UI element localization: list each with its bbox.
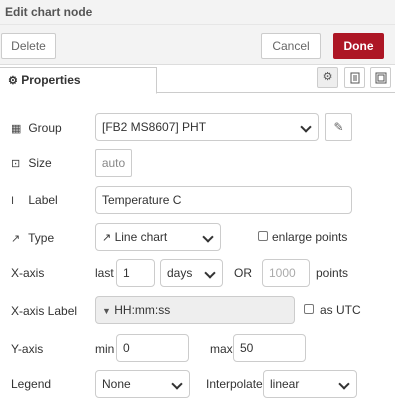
group-row-label: ▦ Group <box>11 121 62 135</box>
legend-select[interactable]: None <box>95 370 190 398</box>
xaxis-last-input[interactable]: 1 <box>116 259 155 287</box>
text-cursor-icon: I <box>11 195 15 207</box>
enlarge-points-checkbox[interactable] <box>258 231 268 241</box>
interpolate-label: Interpolate <box>206 377 263 391</box>
xaxis-last-label: last <box>95 266 114 280</box>
caret-down-icon: ▼ <box>102 306 111 316</box>
yaxis-max-input[interactable]: 50 <box>233 334 306 362</box>
line-chart-icon: ↗ <box>11 233 21 245</box>
appearance-icon[interactable] <box>370 67 391 88</box>
tab-bar: ⚙ Properties ⚙ <box>0 65 395 94</box>
xaxis-label-row-label: X-axis Label <box>11 304 78 318</box>
xaxis-unit-select[interactable]: days <box>160 259 223 287</box>
size-row-label: ⊡ Size <box>11 156 52 170</box>
as-utc-label: as UTC <box>320 303 361 317</box>
xaxis-points-label: points <box>316 266 349 280</box>
legend-row-label: Legend <box>11 377 52 391</box>
line-chart-icon: ↗ <box>102 232 112 244</box>
resize-icon: ⊡ <box>11 158 21 170</box>
yaxis-max-label: max <box>210 342 233 356</box>
type-row-label: ↗ Type <box>11 231 55 245</box>
label-input[interactable]: Temperature C <box>95 186 352 214</box>
delete-button[interactable]: Delete <box>1 33 56 59</box>
group-select[interactable]: [FB2 MS8607] PHT <box>95 113 319 141</box>
label-row-label: I Label <box>11 193 58 207</box>
yaxis-min-label: min <box>95 342 115 356</box>
tab-properties[interactable]: ⚙ Properties <box>0 67 157 94</box>
size-button[interactable]: auto <box>95 149 132 177</box>
yaxis-min-input[interactable]: 0 <box>116 334 189 362</box>
table-icon: ▦ <box>11 123 22 135</box>
done-button[interactable]: Done <box>333 33 384 59</box>
as-utc-checkbox[interactable] <box>304 304 314 314</box>
enlarge-points-label: enlarge points <box>272 230 348 244</box>
pencil-icon: ✎ <box>333 120 344 134</box>
cancel-button[interactable]: Cancel <box>261 33 321 59</box>
chart-type-select[interactable]: ↗ Line chart <box>95 223 221 251</box>
gear-icon: ⚙ <box>8 75 18 87</box>
tab-properties-label: Properties <box>21 73 81 87</box>
interpolate-select[interactable]: linear <box>263 370 357 398</box>
description-doc-icon[interactable] <box>344 67 365 88</box>
xaxis-or-label: OR <box>234 266 252 280</box>
settings-gear-icon[interactable]: ⚙ <box>317 67 338 88</box>
xaxis-points-input[interactable]: 1000 <box>262 259 310 287</box>
xaxis-row-label: X-axis <box>11 266 45 280</box>
dialog-toolbar: Delete Cancel Done <box>0 25 395 65</box>
dialog-title: Edit chart node <box>0 0 395 25</box>
xaxis-label-format-input[interactable]: ▼ HH:mm:ss <box>95 296 295 324</box>
yaxis-row-label: Y-axis <box>11 342 44 356</box>
edit-group-button[interactable]: ✎ <box>325 113 352 141</box>
